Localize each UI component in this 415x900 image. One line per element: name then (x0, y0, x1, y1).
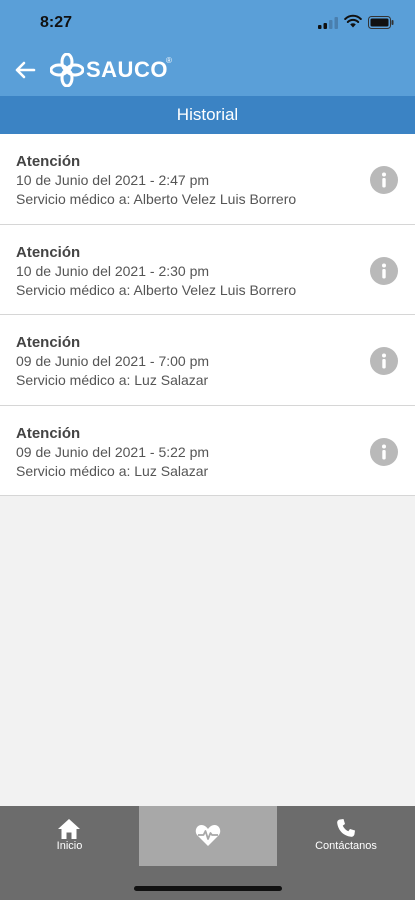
item-date: 09 de Junio del 2021 - 5:22 pm (16, 443, 210, 460)
sauco-logo: SAUCO ® (50, 52, 180, 88)
cellular-signal-icon (318, 17, 338, 29)
info-icon[interactable] (370, 437, 398, 466)
logo-mark-icon (50, 53, 84, 87)
logo-registered-mark: ® (166, 56, 172, 65)
tab-label: Contáctanos (315, 840, 377, 852)
info-icon[interactable] (370, 166, 398, 194)
list-item[interactable]: Atención 10 de Junio del 2021 - 2:30 pm … (0, 224, 415, 315)
item-date: 10 de Junio del 2021 - 2:30 pm (16, 262, 210, 279)
item-title: Atención (16, 424, 81, 442)
title-bar: Historial (0, 96, 415, 134)
heart-pulse-icon (195, 825, 221, 846)
phone-icon (337, 819, 355, 837)
item-title: Atención (16, 153, 81, 170)
home-icon (58, 819, 80, 839)
info-icon[interactable] (370, 256, 398, 285)
nav-bar: SAUCO ® (0, 44, 415, 96)
wifi-icon (344, 14, 362, 28)
item-service: Servicio médico a: Alberto Velez Luis Bo… (16, 191, 297, 207)
item-title: Atención (16, 243, 81, 261)
item-service: Servicio médico a: Alberto Velez Luis Bo… (16, 281, 297, 298)
item-date: 10 de Junio del 2021 - 2:47 pm (16, 172, 210, 188)
tab-health[interactable] (139, 806, 277, 866)
tab-label: Inicio (56, 840, 83, 852)
history-list: Atención 10 de Junio del 2021 - 2:47 pm … (0, 134, 415, 496)
item-date: 09 de Junio del 2021 - 7:00 pm (16, 353, 210, 369)
info-icon[interactable] (370, 347, 398, 375)
list-item[interactable]: Atención 09 de Junio del 2021 - 7:00 pm … (0, 315, 415, 406)
home-indicator (134, 886, 282, 891)
back-arrow-icon[interactable] (10, 55, 40, 85)
item-service: Servicio médico a: Luz Salazar (16, 372, 209, 388)
battery-icon (368, 16, 394, 29)
status-time: 8:27 (40, 14, 73, 31)
status-bar: 8:27 (0, 0, 415, 44)
tab-contactanos[interactable]: Contáctanos (277, 806, 415, 866)
tab-inicio[interactable]: Inicio (0, 806, 139, 866)
item-title: Atención (16, 334, 81, 351)
logo-text: SAUCO (86, 57, 168, 82)
item-service: Servicio médico a: Luz Salazar (16, 462, 209, 479)
list-item[interactable]: Atención 10 de Junio del 2021 - 2:47 pm … (0, 134, 415, 225)
list-item[interactable]: Atención 09 de Junio del 2021 - 5:22 pm … (0, 405, 415, 496)
app-header: 8:27 SAUCO ® (0, 0, 415, 96)
page-title: Historial (176, 105, 239, 124)
